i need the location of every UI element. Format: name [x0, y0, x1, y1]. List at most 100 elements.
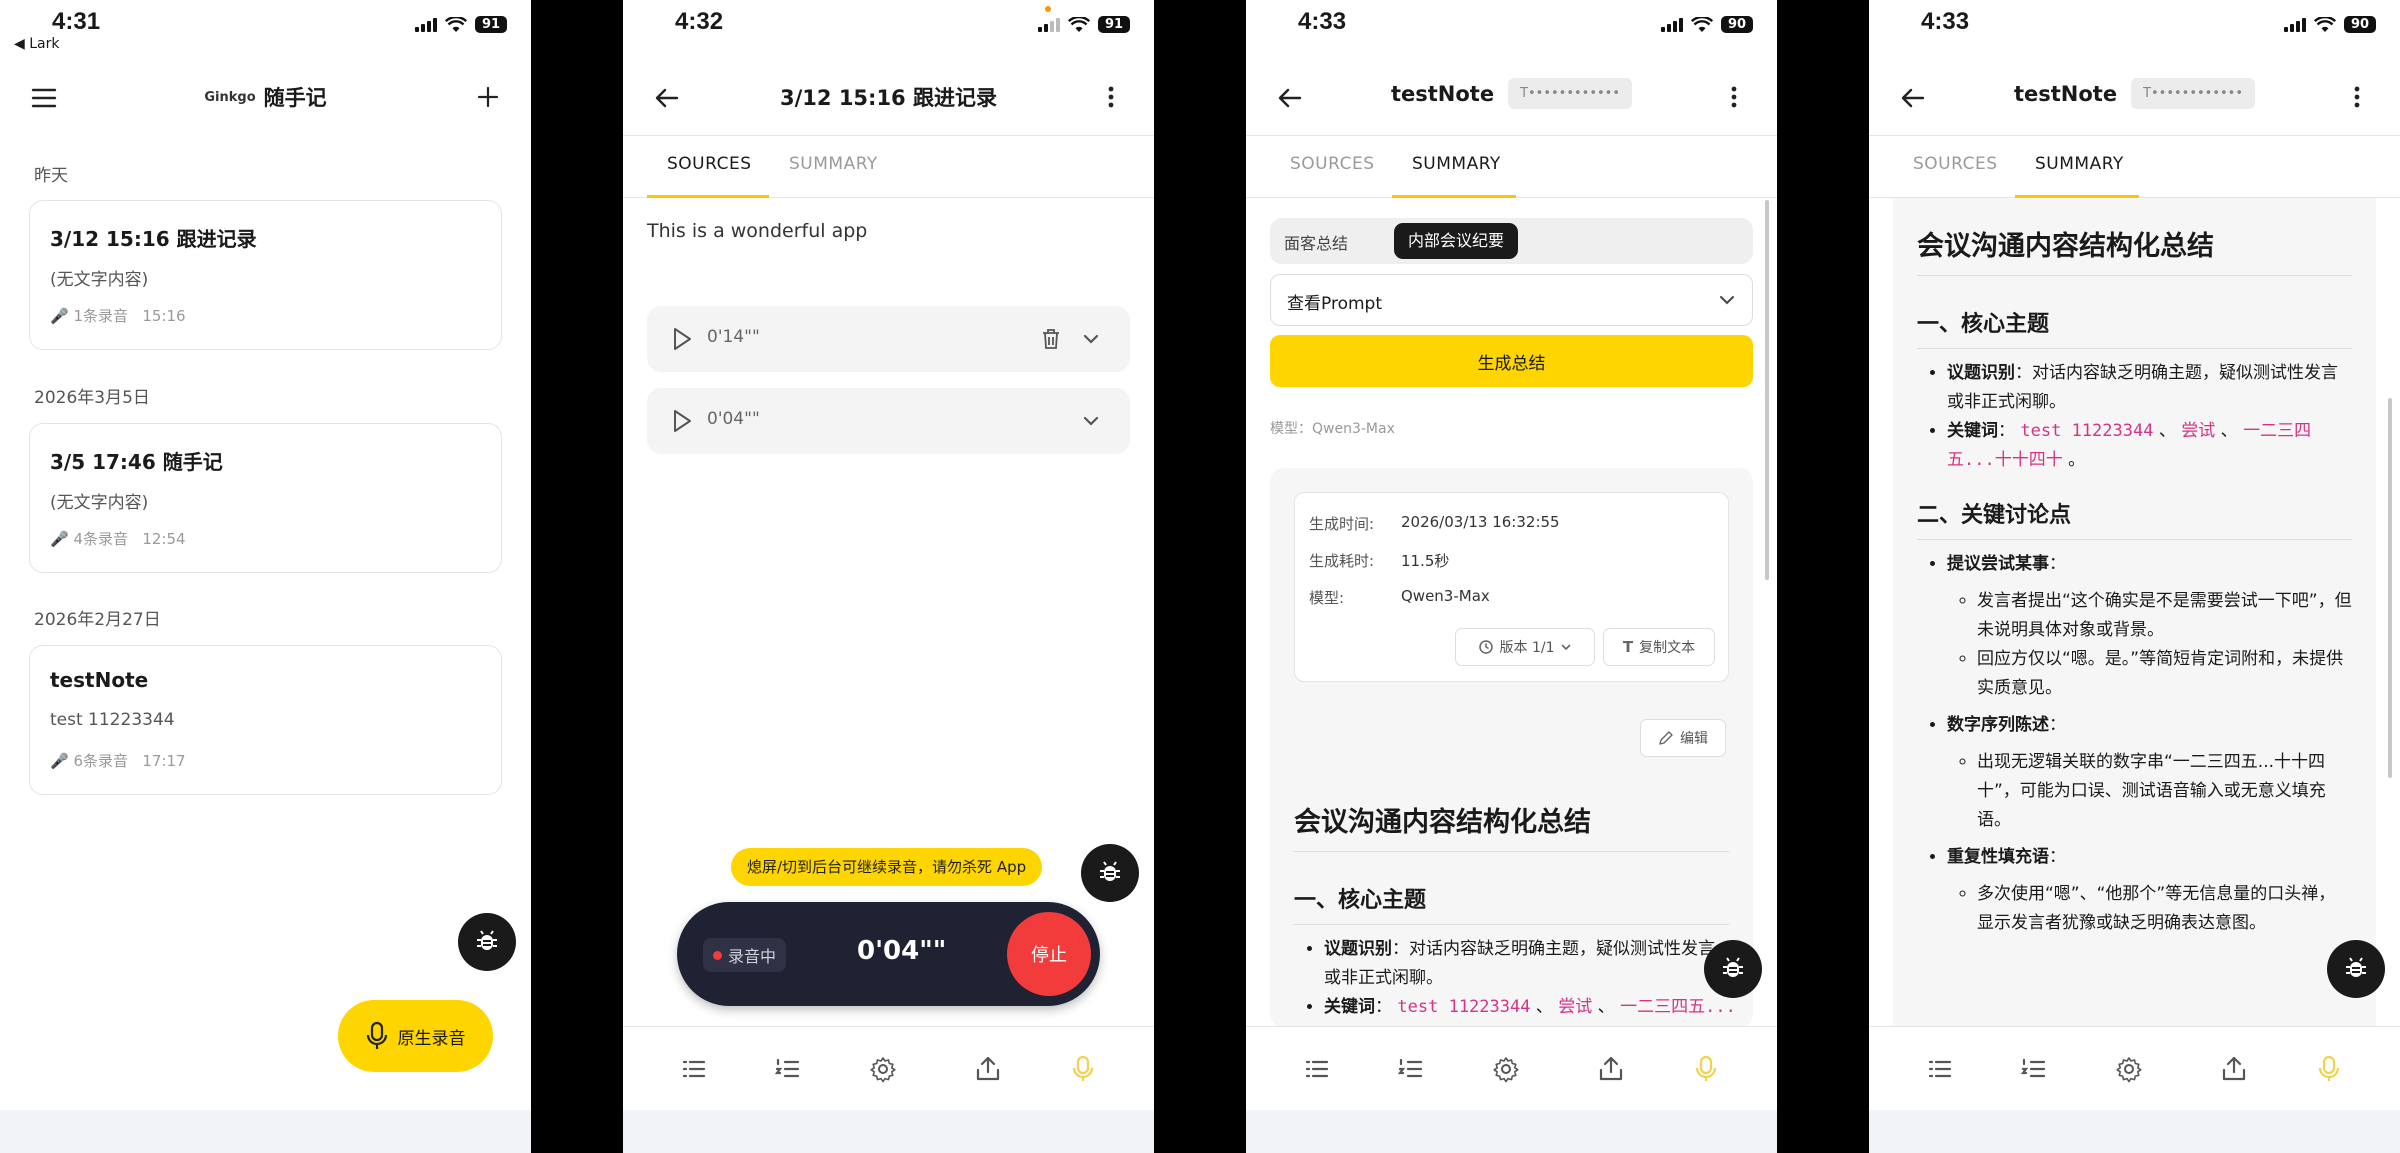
- play-icon[interactable]: [671, 326, 693, 352]
- bullet-label: 关键词: [1947, 421, 1998, 441]
- punctuation: 、: [2215, 421, 2244, 441]
- summary-bullet: 数字序列陈述： 出现无逻辑关联的数字串“一二三四五...十十四十”，可能为口误、…: [1947, 711, 2352, 835]
- note-title: 3/5 17:46 随手记: [50, 450, 223, 474]
- debug-button[interactable]: [2327, 940, 2385, 998]
- note-card[interactable]: 3/5 17:46 随手记 (无文字内容) 🎤 4条录音 12:54: [29, 423, 502, 573]
- tab-summary[interactable]: SUMMARY: [789, 154, 878, 174]
- cellular-signal-icon: [1661, 17, 1683, 32]
- punctuation: ：: [1998, 421, 2021, 441]
- prompt-select-label: 查看Prompt: [1287, 294, 1382, 314]
- scrollbar[interactable]: [1765, 200, 1769, 580]
- settings-gear-icon[interactable]: [2115, 1055, 2143, 1083]
- tab-bar: SOURCES SUMMARY: [623, 140, 1154, 198]
- recorder-bar: 录音中 0'04"" 停止: [677, 902, 1100, 1006]
- note-tag: T••••••••••••: [1508, 78, 1633, 109]
- wifi-icon: [2314, 16, 2336, 32]
- tab-sources[interactable]: SOURCES: [1913, 154, 1997, 174]
- copy-text-button[interactable]: T 复制文本: [1603, 628, 1715, 666]
- page-title: 3/12 15:16 跟进记录: [780, 86, 997, 110]
- status-bar: 4:33 90: [1246, 0, 1777, 56]
- active-tab-indicator: [1392, 195, 1516, 198]
- list-icon[interactable]: [680, 1055, 708, 1083]
- prompt-select[interactable]: 查看Prompt: [1270, 274, 1753, 326]
- microphone-icon: [366, 1021, 387, 1049]
- native-record-label: 原生录音: [397, 1028, 466, 1049]
- summary-bullet: 重复性填充语： 多次使用“嗯”、“他那个”等无信息量的口头禅，显示发言者犹豫或缺…: [1947, 843, 2352, 938]
- add-icon[interactable]: [473, 82, 503, 112]
- segment-customer-summary[interactable]: 面客总结: [1284, 230, 1348, 254]
- app-header: Ginkgo 随手记: [0, 60, 531, 136]
- summary-panel: 生成时间: 2026/03/13 16:32:55 生成耗时: 11.5秒 模型…: [1270, 468, 1753, 1028]
- share-upload-icon[interactable]: [2220, 1055, 2248, 1083]
- more-vertical-icon[interactable]: [1096, 82, 1126, 112]
- play-icon[interactable]: [671, 408, 693, 434]
- chevron-down-icon[interactable]: [1081, 412, 1101, 430]
- debug-button[interactable]: [1081, 844, 1139, 902]
- audio-duration: 0'14"": [707, 327, 760, 347]
- more-vertical-icon[interactable]: [1719, 82, 1749, 112]
- punctuation: ：: [1375, 997, 1398, 1017]
- debug-button[interactable]: [458, 913, 516, 971]
- microphone-icon[interactable]: [1692, 1055, 1720, 1083]
- share-upload-icon[interactable]: [974, 1055, 1002, 1083]
- note-meta: 🎤 1条录音 15:16: [50, 305, 186, 326]
- info-time-value: 2026/03/13 16:32:55: [1401, 513, 1560, 531]
- stop-button[interactable]: 停止: [1007, 912, 1091, 996]
- numbered-list-icon[interactable]: [2020, 1055, 2048, 1083]
- group-label: 2026年2月27日: [34, 610, 161, 630]
- microphone-icon[interactable]: [1069, 1055, 1097, 1083]
- audio-duration: 0'04"": [707, 409, 760, 429]
- edit-button[interactable]: 编辑: [1640, 719, 1726, 757]
- summary-panel: 会议沟通内容结构化总结 一、核心主题 议题识别：对话内容缺乏明确主题，疑似测试性…: [1893, 198, 2376, 1026]
- generate-summary-button[interactable]: 生成总结: [1270, 335, 1753, 387]
- segment-internal-minutes[interactable]: 内部会议纪要: [1394, 223, 1519, 259]
- microphone-icon[interactable]: [2315, 1055, 2343, 1083]
- bug-icon: [1723, 957, 1743, 977]
- summary-bullet: 关键词： test 11223344 、 尝试 、 一二三四五...十十四十 。: [1947, 417, 2352, 475]
- tab-sources[interactable]: SOURCES: [1290, 154, 1374, 174]
- more-vertical-icon[interactable]: [2342, 82, 2372, 112]
- page-title: 随手记: [263, 86, 327, 110]
- note-tag: T••••••••••••: [2131, 78, 2256, 109]
- section-heading: 一、核心主题: [1917, 306, 2352, 349]
- bullet-label: 重复性填充语: [1947, 847, 2049, 867]
- wifi-icon: [1068, 16, 1090, 32]
- note-subtitle: (无文字内容): [50, 493, 149, 513]
- status-bar: 4:31 ◀ Lark 91: [0, 0, 531, 56]
- settings-gear-icon[interactable]: [869, 1055, 897, 1083]
- note-card[interactable]: testNote test 11223344 🎤 6条录音 17:17: [29, 645, 502, 795]
- debug-button[interactable]: [1704, 940, 1762, 998]
- delete-icon[interactable]: [1041, 328, 1061, 350]
- list-icon[interactable]: [1303, 1055, 1331, 1083]
- summary-document: 会议沟通内容结构化总结 一、核心主题 议题识别：对话内容缺乏明确主题，疑似测试性…: [1294, 800, 1736, 1022]
- version-button[interactable]: 版本 1/1: [1455, 628, 1595, 666]
- audio-item[interactable]: 0'04"": [647, 388, 1130, 454]
- share-upload-icon[interactable]: [1597, 1055, 1625, 1083]
- settings-gear-icon[interactable]: [1492, 1055, 1520, 1083]
- note-subtitle: test 11223344: [50, 710, 175, 730]
- numbered-list-icon[interactable]: [774, 1055, 802, 1083]
- back-to-app-link[interactable]: ◀ Lark: [14, 36, 59, 52]
- info-time-label: 生成时间:: [1309, 515, 1375, 533]
- battery-indicator: 90: [1721, 16, 1753, 33]
- tab-sources[interactable]: SOURCES: [667, 154, 751, 174]
- numbered-list-icon[interactable]: [1397, 1055, 1425, 1083]
- tab-summary[interactable]: SUMMARY: [1412, 154, 1501, 174]
- chevron-down-icon: [1720, 296, 1734, 305]
- cellular-signal-icon: [1038, 17, 1060, 32]
- info-model-value: Qwen3-Max: [1401, 587, 1490, 605]
- tab-summary[interactable]: SUMMARY: [2035, 154, 2124, 174]
- summary-sub-bullet: 发言者提出“这个确实是不是需要尝试一下吧”，但未说明具体对象或背景。: [1977, 587, 2352, 645]
- scrollbar[interactable]: [2388, 398, 2392, 778]
- info-duration-value: 11.5秒: [1401, 552, 1450, 570]
- native-record-button[interactable]: 原生录音: [338, 1000, 493, 1072]
- battery-indicator: 91: [475, 16, 507, 33]
- note-card[interactable]: 3/12 15:16 跟进记录 (无文字内容) 🎤 1条录音 15:16: [29, 200, 502, 350]
- chevron-down-icon[interactable]: [1081, 330, 1101, 348]
- tab-bar: SOURCES SUMMARY: [1869, 140, 2400, 198]
- audio-item[interactable]: 0'14"": [647, 306, 1130, 372]
- bullet-label: 数字序列陈述: [1947, 715, 2049, 735]
- punctuation: 、: [1592, 997, 1621, 1017]
- list-icon[interactable]: [1926, 1055, 1954, 1083]
- home-indicator-area: [0, 1110, 531, 1153]
